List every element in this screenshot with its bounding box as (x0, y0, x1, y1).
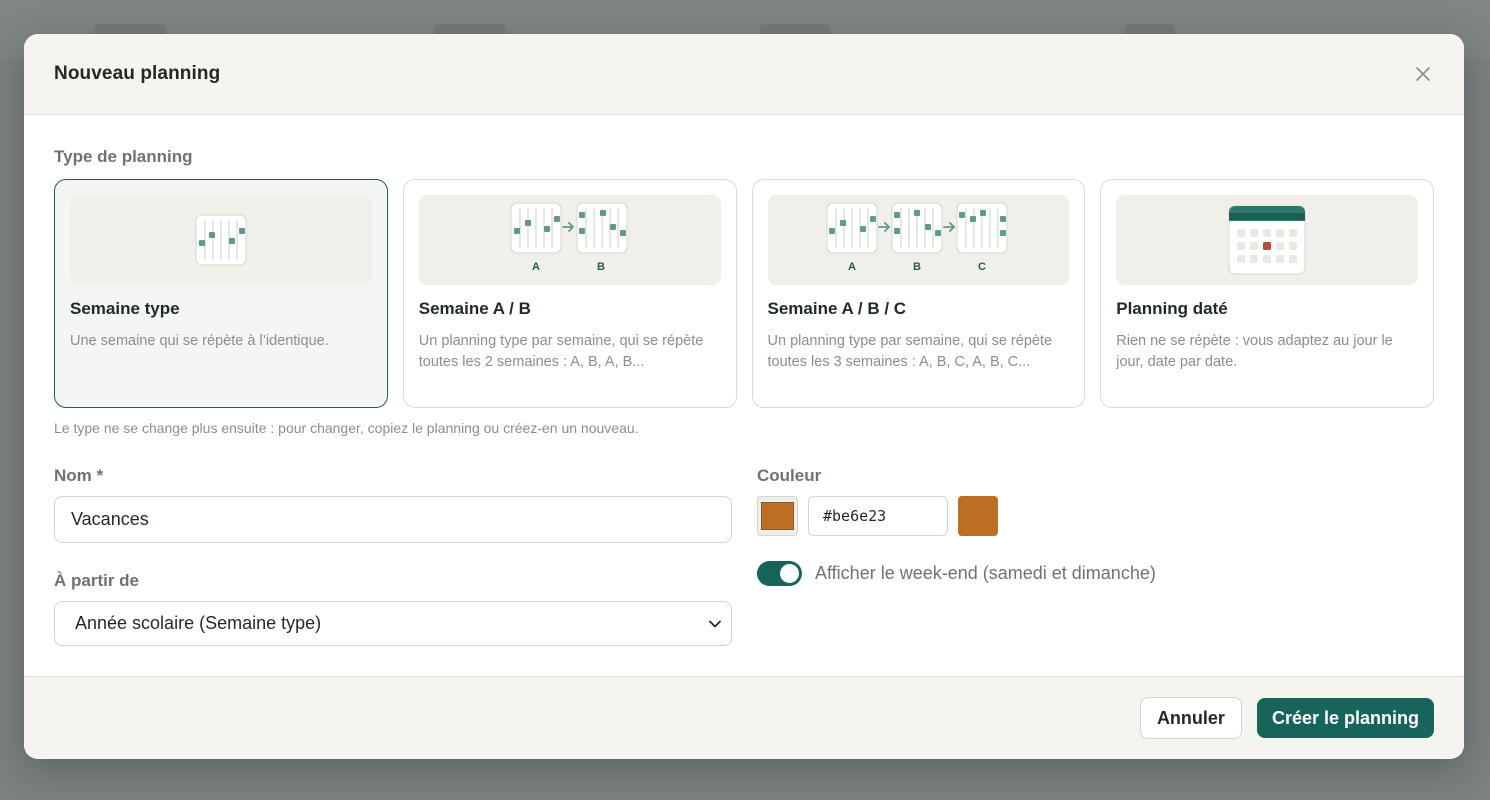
single-week-icon (195, 214, 247, 266)
card-description: Rien ne se répète : vous adaptez au jour… (1116, 333, 1393, 370)
weekend-toggle-label: Afficher le week-end (samedi et dimanche… (815, 563, 1156, 583)
create-planning-button[interactable]: Créer le planning (1256, 698, 1434, 738)
abc-illustration: A B C (767, 195, 1070, 285)
tag-b: B (597, 261, 605, 273)
planning-type-hint: Le type ne se change plus ensuite : pour… (54, 420, 639, 436)
abc-weeks-icon: A B C (826, 202, 1008, 273)
form-left-column: Nom * À partir de Année scolaire (Semain… (54, 466, 732, 646)
ab-weeks-icon: A B (510, 202, 628, 273)
dialog-body: Type de planning Semaine type Une semain… (24, 115, 1464, 677)
tag-a: A (532, 261, 540, 273)
tag-a: A (848, 261, 856, 273)
tag-c: C (978, 261, 986, 273)
card-description: Un planning type par semaine, qui se rép… (767, 333, 1053, 370)
color-row: #be6e23 (757, 496, 1434, 536)
dialog-title: Nouveau planning (54, 63, 221, 84)
close-button[interactable] (1412, 63, 1434, 85)
ab-illustration: A B (418, 195, 721, 285)
color-hex-value: #be6e23 (823, 507, 887, 525)
card-title: Semaine type (70, 299, 180, 318)
calendar-icon (1228, 205, 1306, 275)
dialog-header: Nouveau planning (24, 34, 1464, 115)
color-picker-swatch (761, 502, 794, 530)
calendar-illustration (1116, 195, 1418, 285)
card-semaine-ab[interactable]: A B Semaine A / B Un planning type par s… (402, 179, 737, 408)
color-picker[interactable] (757, 496, 798, 536)
card-title: Semaine A / B (418, 299, 531, 318)
planning-type-cards: Semaine type Une semaine qui se répète à… (54, 179, 1434, 408)
color-preview-swatch (958, 496, 998, 536)
name-label: Nom * (54, 466, 104, 485)
new-planning-dialog: Nouveau planning Type de planning Semain… (24, 34, 1464, 759)
from-select[interactable]: Année scolaire (Semaine type) (54, 601, 732, 646)
weekend-toggle-row: Afficher le week-end (samedi et dimanche… (757, 561, 1434, 586)
close-icon (1416, 67, 1430, 81)
planning-type-label: Type de planning (54, 147, 193, 166)
cancel-button[interactable]: Annuler (1139, 697, 1242, 739)
weekend-toggle[interactable] (757, 561, 802, 586)
from-label: À partir de (54, 571, 140, 590)
card-planning-date[interactable]: Planning daté Rien ne se répète : vous a… (1100, 179, 1434, 408)
from-select-value: Année scolaire (Semaine type) (75, 613, 322, 633)
tag-b: B (913, 261, 921, 273)
week-illustration (70, 195, 372, 285)
card-title: Planning daté (1116, 299, 1228, 318)
card-description: Un planning type par semaine, qui se rép… (418, 333, 704, 370)
name-input[interactable] (54, 496, 732, 543)
card-semaine-type[interactable]: Semaine type Une semaine qui se répète à… (54, 179, 388, 408)
card-semaine-abc[interactable]: A B C Semaine A / B / C Un planning type… (751, 179, 1086, 408)
toggle-knob (780, 564, 799, 583)
chevron-down-icon (709, 620, 721, 627)
card-description: Une semaine qui se répète à l’identique. (70, 333, 329, 349)
form-right-column: Couleur #be6e23 Afficher le week-end (sa… (757, 466, 1434, 646)
dialog-footer: Annuler Créer le planning (24, 676, 1464, 759)
color-label: Couleur (757, 466, 822, 485)
card-title: Semaine A / B / C (767, 299, 907, 318)
color-hex-input[interactable]: #be6e23 (808, 496, 948, 536)
form-row: Nom * À partir de Année scolaire (Semain… (54, 466, 1434, 646)
